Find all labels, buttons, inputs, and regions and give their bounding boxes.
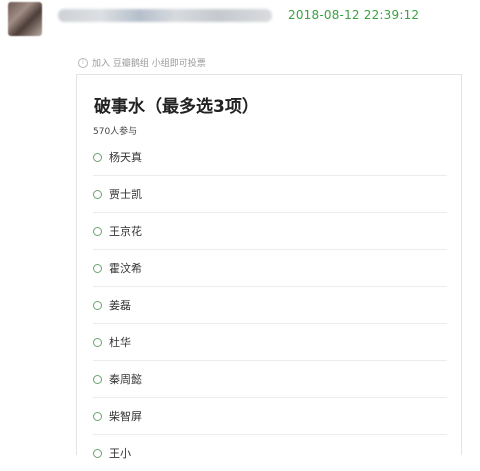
radio-circle-icon[interactable] [93, 448, 102, 458]
radio-circle-icon[interactable] [93, 411, 102, 421]
username-blurred[interactable] [58, 9, 272, 22]
poll-participant-count: 570人参与 [93, 127, 138, 137]
radio-circle-icon[interactable] [93, 374, 102, 384]
info-icon: i [78, 57, 88, 68]
join-hint: i 加入 豆瓣鹅组 小组即可投票 [78, 56, 206, 69]
radio-circle-icon[interactable] [93, 226, 102, 236]
radio-circle-icon[interactable] [93, 263, 102, 273]
poll-options: 杨天真贾士凯王京花霍汶希姜磊杜华秦周懿柴智屏王小 [93, 139, 447, 471]
poll-option-label: 姜磊 [109, 299, 131, 312]
poll-option[interactable]: 杜华 [93, 324, 447, 361]
poll-option-label: 秦周懿 [109, 373, 142, 386]
poll-card: 破事水（最多选3项） 570人参与 杨天真贾士凯王京花霍汶希姜磊杜华秦周懿柴智屏… [76, 74, 462, 460]
poll-option-label: 杜华 [109, 336, 131, 349]
poll-option-label: 柴智屏 [109, 410, 142, 423]
join-hint-text: 加入 豆瓣鹅组 小组即可投票 [92, 59, 206, 69]
poll-option-label: 霍汶希 [109, 262, 142, 275]
poll-option[interactable]: 王小 [93, 435, 447, 471]
poll-option-label: 王小 [109, 447, 131, 460]
poll-option-label: 王京花 [109, 225, 142, 238]
poll-option-label: 杨天真 [109, 151, 142, 164]
poll-option[interactable]: 姜磊 [93, 287, 447, 324]
poll-title: 破事水（最多选3项） [94, 97, 259, 117]
poll-option[interactable]: 霍汶希 [93, 250, 447, 287]
radio-circle-icon[interactable] [93, 300, 102, 310]
poll-option[interactable]: 柴智屏 [93, 398, 447, 435]
poll-option[interactable]: 杨天真 [93, 139, 447, 176]
user-avatar[interactable] [8, 2, 42, 36]
poll-option[interactable]: 秦周懿 [93, 361, 447, 398]
radio-circle-icon[interactable] [93, 337, 102, 347]
poll-option[interactable]: 贾士凯 [93, 176, 447, 213]
post-timestamp: 2018-08-12 22:39:12 [288, 8, 420, 22]
radio-circle-icon[interactable] [93, 189, 102, 199]
radio-circle-icon[interactable] [93, 152, 102, 162]
poll-option[interactable]: 王京花 [93, 213, 447, 250]
poll-option-label: 贾士凯 [109, 188, 142, 201]
